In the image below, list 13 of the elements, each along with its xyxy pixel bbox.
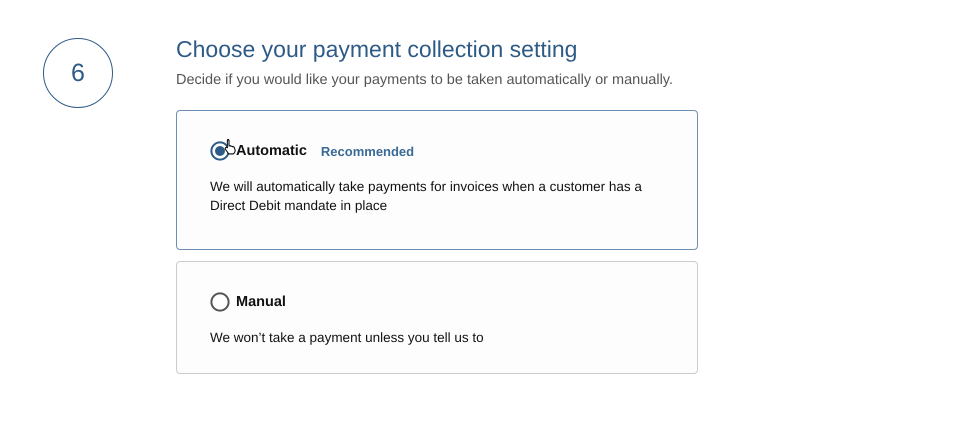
option-card[interactable]: Manual We won’t take a payment unless you tell us to [176,261,698,374]
option-label: Manual [236,294,286,310]
pointer-cursor-icon [224,138,237,155]
option-label: Automatic [236,143,307,159]
step-number-circle: 6 [43,38,113,108]
radio-button[interactable] [210,141,230,161]
option-description: We will automatically take payments for invoices when a customer has a Direct Debit mandate in place [210,178,643,215]
radio-button[interactable] [210,292,230,312]
option-card[interactable]: Automatic Recommended We will automatically take payments for invoices when a customer has a Direct Debit mandate in place [176,110,698,250]
section-description: Decide if you would like your payments to be taken automatically or manually. [176,72,674,88]
recommended-tag: Recommended [320,144,414,158]
option-description: We won’t take a payment unless you tell us to [210,329,485,347]
section-title: Choose your payment collection setting [176,35,578,64]
